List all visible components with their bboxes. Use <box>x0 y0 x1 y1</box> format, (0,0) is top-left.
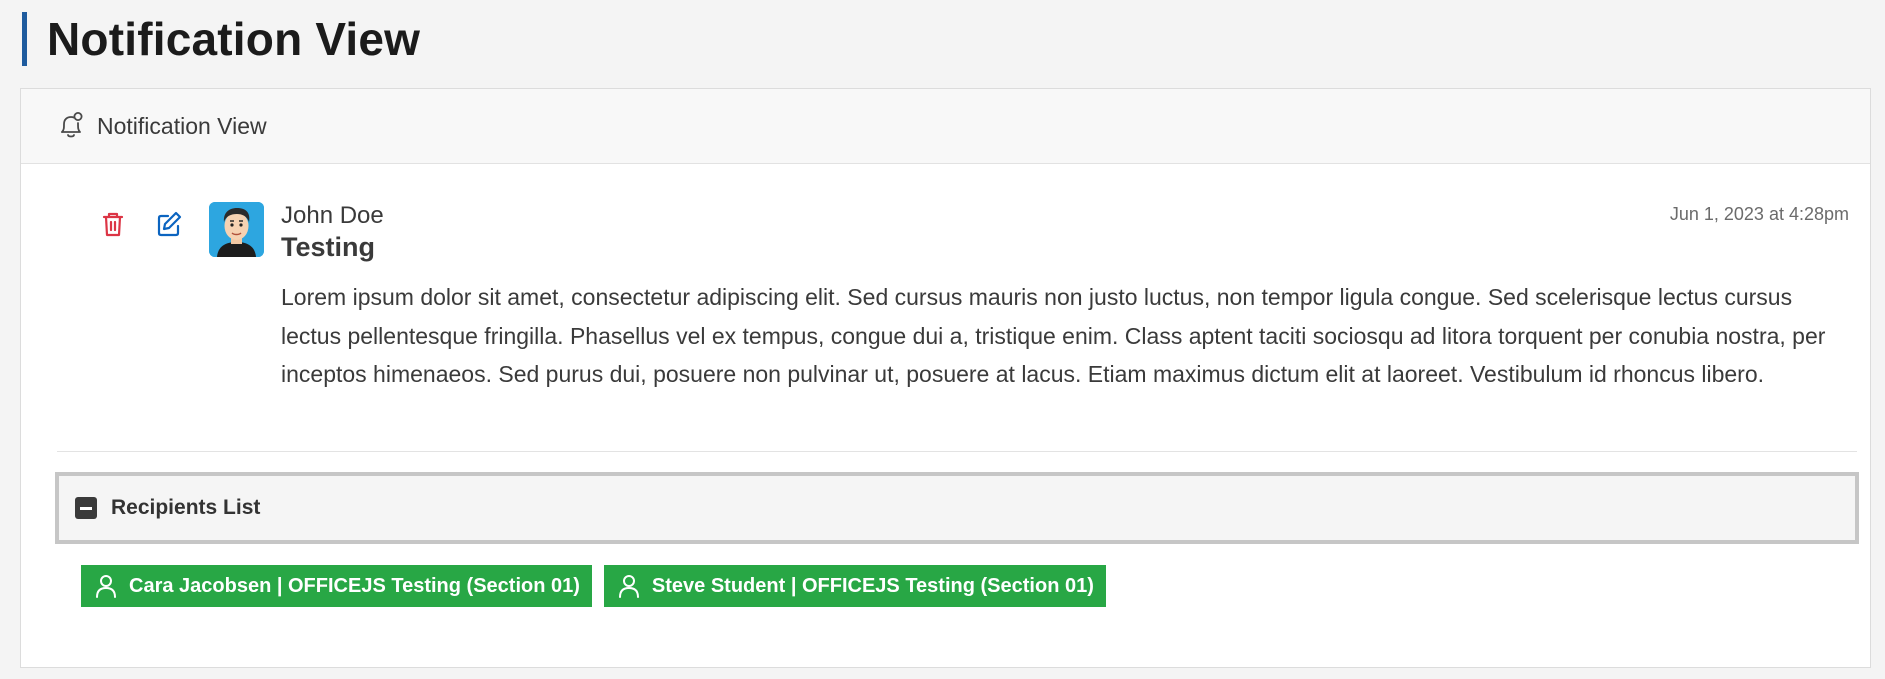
page-title: Notification View <box>47 13 421 65</box>
recipients-list-toggle[interactable]: Recipients List <box>55 472 1859 544</box>
timestamp: Jun 1, 2023 at 4:28pm <box>1669 204 1849 224</box>
page-header: Notification View <box>22 12 420 66</box>
recipient-chip[interactable]: Steve Student | OFFICEJS Testing (Sectio… <box>603 565 1106 607</box>
panel-heading: Notification View <box>21 89 1870 164</box>
recipients-chips: Cara Jacobsen | OFFICEJS Testing (Sectio… <box>81 565 1106 607</box>
notification-title: Testing <box>281 232 375 262</box>
notification-panel: Notification View John Doe Jun 1, 2023 a… <box>20 88 1871 668</box>
notification-item: John Doe Jun 1, 2023 at 4:28pm Testing L… <box>57 164 1857 452</box>
panel-heading-title: Notification View <box>97 112 267 139</box>
avatar <box>209 202 264 257</box>
person-icon <box>96 575 116 598</box>
edit-icon[interactable] <box>153 208 185 240</box>
notification-message: Lorem ipsum dolor sit amet, consectetur … <box>281 284 1826 387</box>
recipient-chip[interactable]: Cara Jacobsen | OFFICEJS Testing (Sectio… <box>81 565 592 607</box>
trash-icon[interactable] <box>97 208 129 240</box>
author-name: John Doe <box>281 202 384 229</box>
recipients-list-label: Recipients List <box>111 496 261 519</box>
page-title-accent-bar <box>22 12 27 66</box>
bell-icon <box>61 112 83 138</box>
person-icon <box>618 575 639 598</box>
minus-square-icon[interactable] <box>75 497 97 519</box>
recipient-label: Steve Student | OFFICEJS Testing (Sectio… <box>651 574 1094 597</box>
recipient-label: Cara Jacobsen | OFFICEJS Testing (Sectio… <box>129 574 580 597</box>
